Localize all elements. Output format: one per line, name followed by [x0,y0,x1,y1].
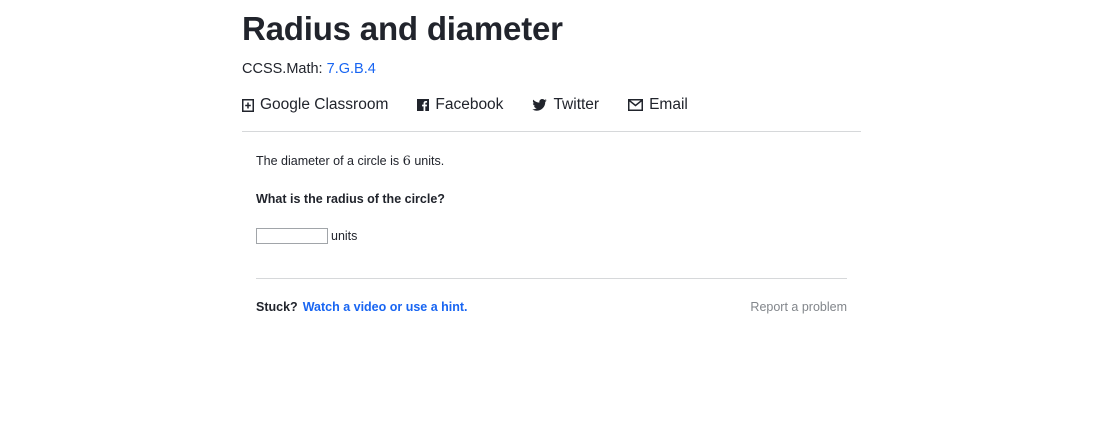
google-classroom-icon [242,98,254,112]
page: Radius and diameter CCSS.Math: 7.G.B.4 G… [0,0,1095,438]
stuck-group: Stuck? Watch a video or use a hint. [256,299,468,315]
share-twitter-button[interactable]: Twitter [532,96,599,114]
standard-prefix: CCSS.Math: [242,61,323,77]
problem-statement: The diameter of a circle is 6 units. [256,152,847,171]
standard-line: CCSS.Math: 7.G.B.4 [242,60,861,78]
share-google-classroom-button[interactable]: Google Classroom [242,96,388,114]
answer-input[interactable] [256,228,328,244]
question-text: What is the radius of the circle? [256,192,445,206]
share-google-classroom-label: Google Classroom [260,96,389,113]
standard-link[interactable]: 7.G.B.4 [327,61,376,77]
page-title: Radius and diameter [242,10,563,47]
footer-divider [256,278,847,279]
header-divider [242,131,861,132]
report-problem-link[interactable]: Report a problem [750,299,847,315]
twitter-icon [532,99,548,111]
help-row: Stuck? Watch a video or use a hint. Repo… [256,299,847,315]
share-facebook-label: Facebook [435,96,504,113]
stuck-label: Stuck? [256,300,298,314]
problem-statement-after: units. [410,154,445,168]
share-email-label: Email [649,96,688,113]
share-facebook-button[interactable]: Facebook [417,96,503,114]
problem-number: 6 [402,154,411,169]
share-bar: Google Classroom Facebook Twitter Email [242,95,861,115]
share-email-button[interactable]: Email [628,96,688,114]
content-container: Radius and diameter CCSS.Math: 7.G.B.4 G… [242,0,861,315]
hint-link[interactable]: Watch a video or use a hint. [303,299,468,315]
answer-unit-label: units [331,229,358,243]
email-icon [628,99,644,111]
exercise-area: The diameter of a circle is 6 units. Wha… [242,152,847,315]
share-twitter-label: Twitter [553,96,600,113]
facebook-icon [417,99,430,111]
problem-statement-before: The diameter of a circle is [256,154,403,168]
answer-row: units [256,228,847,244]
